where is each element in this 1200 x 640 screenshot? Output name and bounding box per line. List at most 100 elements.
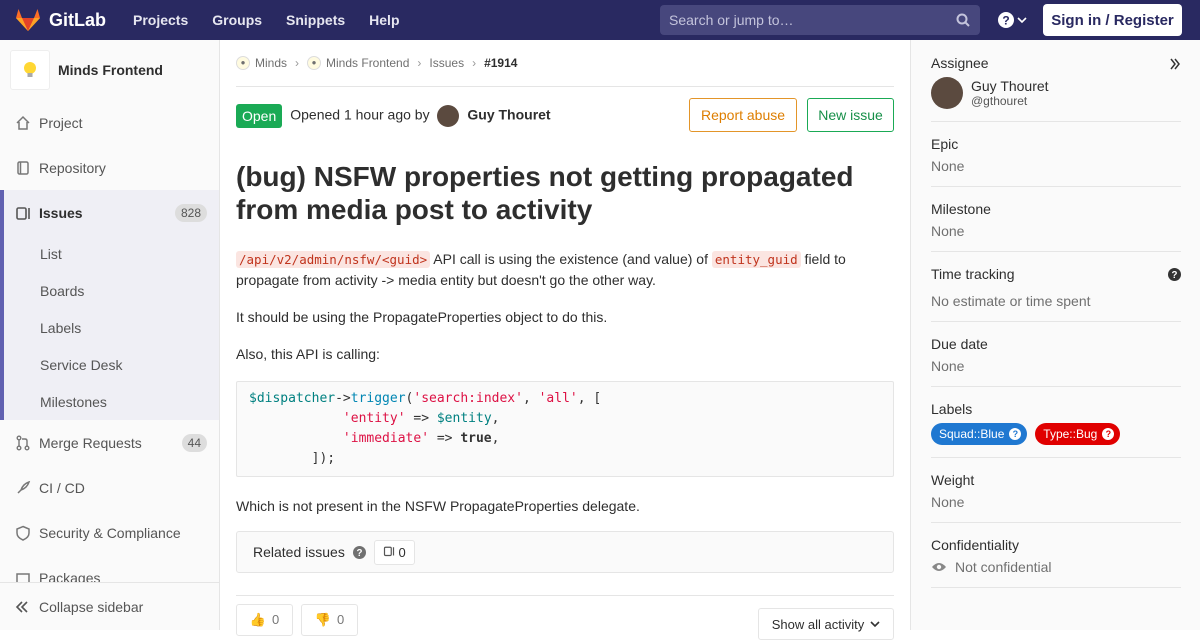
sidebar-item-label: Repository	[39, 159, 106, 176]
confidentiality-block: Confidentiality Not confidential	[931, 523, 1181, 588]
thumbs-up-button[interactable]: 👍 0	[236, 603, 293, 636]
issue-meta: Opened 1 hour ago by Guy Thouret	[290, 104, 551, 127]
time-tracking-block: Time tracking ? No estimate or time spen…	[931, 252, 1181, 322]
sidebar-item-label: Project	[39, 114, 83, 131]
report-abuse-button[interactable]: Report abuse	[689, 98, 797, 132]
description-paragraph: /api/v2/admin/nsfw/<guid> API call is us…	[236, 249, 894, 291]
labels-list: Squad::Blue? Type::Bug?	[931, 423, 1181, 445]
confidentiality-value: Not confidential	[955, 559, 1052, 575]
issues-submenu: List Boards Labels Service Desk Mileston…	[0, 235, 219, 420]
repository-icon	[15, 160, 31, 176]
sidebar-item-merge-requests[interactable]: Merge Requests 44	[0, 420, 219, 465]
sidebar-item-label: Merge Requests	[39, 434, 142, 451]
nav-snippets[interactable]: Snippets	[286, 12, 345, 28]
due-date-label: Due date	[931, 336, 988, 352]
related-issues-count[interactable]: 0	[373, 539, 415, 565]
labels-label: Labels	[931, 401, 973, 417]
assignee-block: Assignee Guy Thouret @gthouret	[931, 40, 1181, 122]
home-icon	[15, 115, 31, 131]
due-date-block: Due date None	[931, 322, 1181, 387]
issue-sidebar: Assignee Guy Thouret @gthouret Epic None…	[910, 40, 1200, 630]
breadcrumb-minds[interactable]: Minds	[255, 56, 287, 70]
thumbs-up-icon: 👍	[249, 611, 266, 627]
question-circle-icon: ?	[1102, 428, 1115, 440]
submenu-labels[interactable]: Labels	[4, 309, 219, 346]
gitlab-logo[interactable]: GitLab	[15, 8, 106, 32]
search-icon	[956, 13, 970, 27]
epic-block: Epic None	[931, 122, 1181, 187]
help-dropdown[interactable]: ?	[998, 12, 1027, 28]
activity-filter-dropdown[interactable]: Show all activity	[758, 608, 894, 640]
main-nav: Projects Groups Snippets Help	[133, 12, 424, 28]
weight-label: Weight	[931, 472, 975, 488]
issue-title: (bug) NSFW properties not getting propag…	[236, 161, 854, 225]
label-squad-blue[interactable]: Squad::Blue?	[931, 423, 1028, 445]
labels-block: Labels Squad::Blue? Type::Bug?	[931, 387, 1181, 458]
top-navbar: GitLab Projects Groups Snippets Help Sea…	[0, 0, 1200, 40]
description-paragraph: Which is not present in the NSFW Propaga…	[236, 498, 640, 514]
sidebar-item-project[interactable]: Project	[0, 100, 219, 145]
milestone-block: Milestone None	[931, 187, 1181, 252]
collapse-sidebar-label: Collapse sidebar	[39, 598, 144, 615]
thumbs-up-count: 0	[271, 612, 280, 627]
merge-requests-count-badge: 44	[181, 433, 207, 452]
breadcrumb: ● Minds › ● Minds Frontend › Issues › #1…	[236, 40, 894, 87]
sidebar-item-issues[interactable]: Issues 828	[0, 190, 219, 235]
epic-label: Epic	[931, 136, 959, 152]
assignee-user[interactable]: Guy Thouret @gthouret	[931, 77, 1181, 109]
status-badge: Open	[236, 103, 283, 128]
svg-text:?: ?	[1172, 270, 1178, 281]
time-tracking-label-row: Time tracking ?	[931, 266, 1181, 282]
weight-block: Weight None	[931, 458, 1181, 523]
left-sidebar: Minds Frontend Project Repository Issues…	[0, 40, 220, 630]
double-chevron-right-icon[interactable]	[1169, 58, 1181, 70]
search-placeholder: Search or jump to…	[669, 12, 794, 28]
label-text: Type::Bug	[1043, 427, 1098, 441]
sidebar-item-label: Issues	[39, 204, 83, 221]
sidebar-item-label: Security & Compliance	[39, 524, 181, 541]
author-avatar[interactable]	[437, 104, 460, 127]
question-circle-icon[interactable]: ?	[352, 545, 366, 559]
new-issue-button[interactable]: New issue	[807, 98, 894, 132]
submenu-service-desk[interactable]: Service Desk	[4, 346, 219, 383]
milestone-label: Milestone	[931, 201, 991, 217]
assignee-name: Guy Thouret	[971, 78, 1049, 94]
milestone-value: None	[931, 223, 965, 239]
sidebar-item-label: CI / CD	[39, 479, 85, 496]
submenu-boards[interactable]: Boards	[4, 272, 219, 309]
description-paragraph: Also, this API is calling:	[236, 346, 380, 362]
thumbs-down-count: 0	[336, 612, 345, 627]
sidebar-item-repository[interactable]: Repository	[0, 145, 219, 190]
label-text: Squad::Blue	[939, 427, 1005, 441]
related-issues-panel: Related issues ? 0	[236, 531, 894, 573]
search-input[interactable]: Search or jump to…	[660, 5, 980, 35]
svg-text:?: ?	[1002, 14, 1009, 28]
collapse-sidebar-button[interactable]: Collapse sidebar	[0, 582, 219, 630]
related-issues-label: Related issues	[253, 544, 345, 560]
author-name[interactable]: Guy Thouret	[467, 106, 550, 122]
assignee-label: Assignee	[931, 55, 989, 71]
merge-request-icon	[15, 435, 31, 451]
due-date-value: None	[931, 358, 965, 374]
submenu-milestones[interactable]: Milestones	[4, 383, 219, 420]
nav-projects[interactable]: Projects	[133, 12, 188, 28]
project-header[interactable]: Minds Frontend	[0, 40, 219, 100]
submenu-list[interactable]: List	[4, 235, 219, 272]
confidentiality-label: Confidentiality	[931, 537, 1019, 553]
breadcrumb-issues[interactable]: Issues	[429, 56, 464, 70]
sign-in-button[interactable]: Sign in / Register	[1043, 4, 1182, 36]
sidebar-item-ci-cd[interactable]: CI / CD	[0, 465, 219, 510]
thumbs-down-button[interactable]: 👎 0	[301, 603, 358, 636]
avatar	[931, 77, 963, 109]
description-paragraph: It should be using the PropagateProperti…	[236, 309, 608, 325]
issues-icon	[383, 546, 394, 556]
nav-groups[interactable]: Groups	[212, 12, 262, 28]
breadcrumb-issue-number[interactable]: #1914	[484, 56, 517, 70]
question-circle-icon[interactable]: ?	[1168, 268, 1181, 281]
label-type-bug[interactable]: Type::Bug?	[1035, 423, 1121, 445]
nav-help[interactable]: Help	[369, 12, 399, 28]
issue-main: ● Minds › ● Minds Frontend › Issues › #1…	[236, 40, 894, 640]
sidebar-item-security[interactable]: Security & Compliance	[0, 510, 219, 555]
breadcrumb-project[interactable]: Minds Frontend	[326, 56, 409, 70]
award-bar: 👍 0 👎 0 Show all activity	[236, 595, 894, 640]
